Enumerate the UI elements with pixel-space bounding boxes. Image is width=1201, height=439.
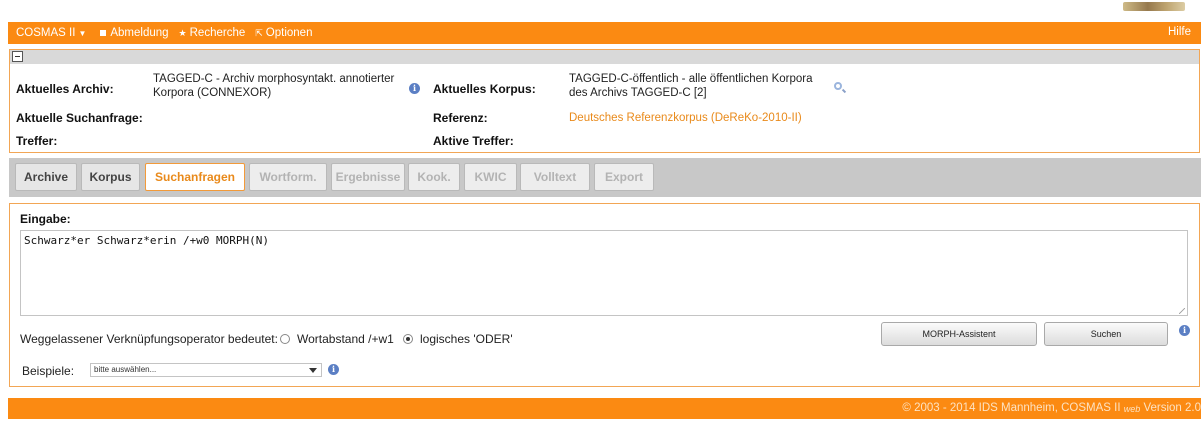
app-menu[interactable]: COSMAS II ▼ <box>16 27 90 39</box>
magnifier-icon[interactable] <box>834 82 842 90</box>
corpus-label: Aktuelles Korpus: <box>433 82 536 96</box>
query-input[interactable]: Schwarz*er Schwarz*erin /+w0 MORPH(N) <box>20 230 1188 316</box>
examples-info-icon[interactable]: i <box>328 364 339 375</box>
search-info-icon[interactable]: i <box>1179 325 1190 336</box>
options-label: Optionen <box>265 27 313 39</box>
query-label: Aktuelle Suchanfrage: <box>16 111 143 125</box>
star-icon: ★ <box>178 27 187 38</box>
chevron-down-icon: ▼ <box>78 28 87 38</box>
archive-value-line2: Korpora (CONNEXOR) <box>153 87 272 99</box>
tab-korpus[interactable]: Korpus <box>81 163 140 191</box>
tab-kook: Kook. <box>408 163 460 191</box>
archive-value-line1: TAGGED-C - Archiv morphosyntakt. annotie… <box>153 73 395 85</box>
input-label: Eingabe: <box>20 212 71 226</box>
logout-icon <box>100 30 107 36</box>
help-link[interactable]: Hilfe <box>1168 26 1191 38</box>
footer-web: web <box>1123 404 1141 414</box>
footer-version: Version 2.0 <box>1143 402 1201 414</box>
examples-select[interactable]: bitte auswählen... <box>90 363 322 377</box>
tab-export: Export <box>594 163 654 191</box>
examples-label: Beispiele: <box>22 364 75 378</box>
status-info-panel: Aktuelles Archiv: TAGGED-C - Archiv morp… <box>9 49 1200 153</box>
tab-bar: Archive Korpus Suchanfragen Wortform. Er… <box>9 158 1201 197</box>
ids-logo-image <box>1123 2 1185 11</box>
radio-word-distance[interactable] <box>280 334 290 344</box>
hits-label: Treffer: <box>16 134 58 148</box>
collapse-bar <box>10 50 1199 64</box>
logout-label: Abmeldung <box>110 27 169 39</box>
resize-grip-icon[interactable] <box>1179 308 1185 314</box>
corpus-value-line1: TAGGED-C-öffentlich - alle öffentlichen … <box>569 73 813 85</box>
tab-kwic: KWIC <box>464 163 517 191</box>
reference-value: Deutsches Referenzkorpus (DeReKo-2010-II… <box>569 112 802 124</box>
footer-copyright: © 2003 - 2014 IDS Mannheim, COSMAS II <box>902 402 1121 414</box>
app-menu-label: COSMAS II <box>16 27 76 39</box>
corpus-value-line2: des Archivs TAGGED-C [2] <box>569 87 707 99</box>
query-panel: Eingabe: Schwarz*er Schwarz*erin /+w0 MO… <box>9 203 1200 387</box>
research-label: Recherche <box>189 27 246 39</box>
logout-link[interactable]: Abmeldung <box>100 27 169 39</box>
dropdown-arrow-icon <box>309 368 317 373</box>
collapse-icon[interactable] <box>12 51 23 62</box>
reference-label: Referenz: <box>433 111 488 125</box>
tab-suchanfragen[interactable]: Suchanfragen <box>145 163 245 191</box>
options-link[interactable]: ⇱ Optionen <box>255 27 312 39</box>
radio-word-distance-label: Wortabstand /+w1 <box>297 332 394 346</box>
tab-ergebnisse: Ergebnisse <box>331 163 405 191</box>
examples-select-value: bitte auswählen... <box>94 365 157 374</box>
external-link-icon: ⇱ <box>255 27 263 38</box>
radio-logical-or-label: logisches 'ODER' <box>420 332 513 346</box>
morph-assistant-button[interactable]: MORPH-Assistent <box>881 322 1037 346</box>
research-link[interactable]: ★ Recherche <box>179 27 246 39</box>
search-button[interactable]: Suchen <box>1044 322 1168 346</box>
footer-bar: © 2003 - 2014 IDS Mannheim, COSMAS II we… <box>8 398 1201 419</box>
radio-logical-or[interactable] <box>403 334 413 344</box>
tab-volltext: Volltext <box>520 163 590 191</box>
tab-archive[interactable]: Archive <box>15 163 77 191</box>
tab-wortform: Wortform. <box>249 163 327 191</box>
active-hits-label: Aktive Treffer: <box>433 134 514 148</box>
operator-label: Weggelassener Verknüpfungsoperator bedeu… <box>20 332 278 346</box>
archive-info-icon[interactable]: i <box>409 83 420 94</box>
archive-label: Aktuelles Archiv: <box>16 82 114 96</box>
top-navigation-bar: COSMAS II ▼ Abmeldung ★ Recherche ⇱ Opti… <box>8 22 1201 44</box>
